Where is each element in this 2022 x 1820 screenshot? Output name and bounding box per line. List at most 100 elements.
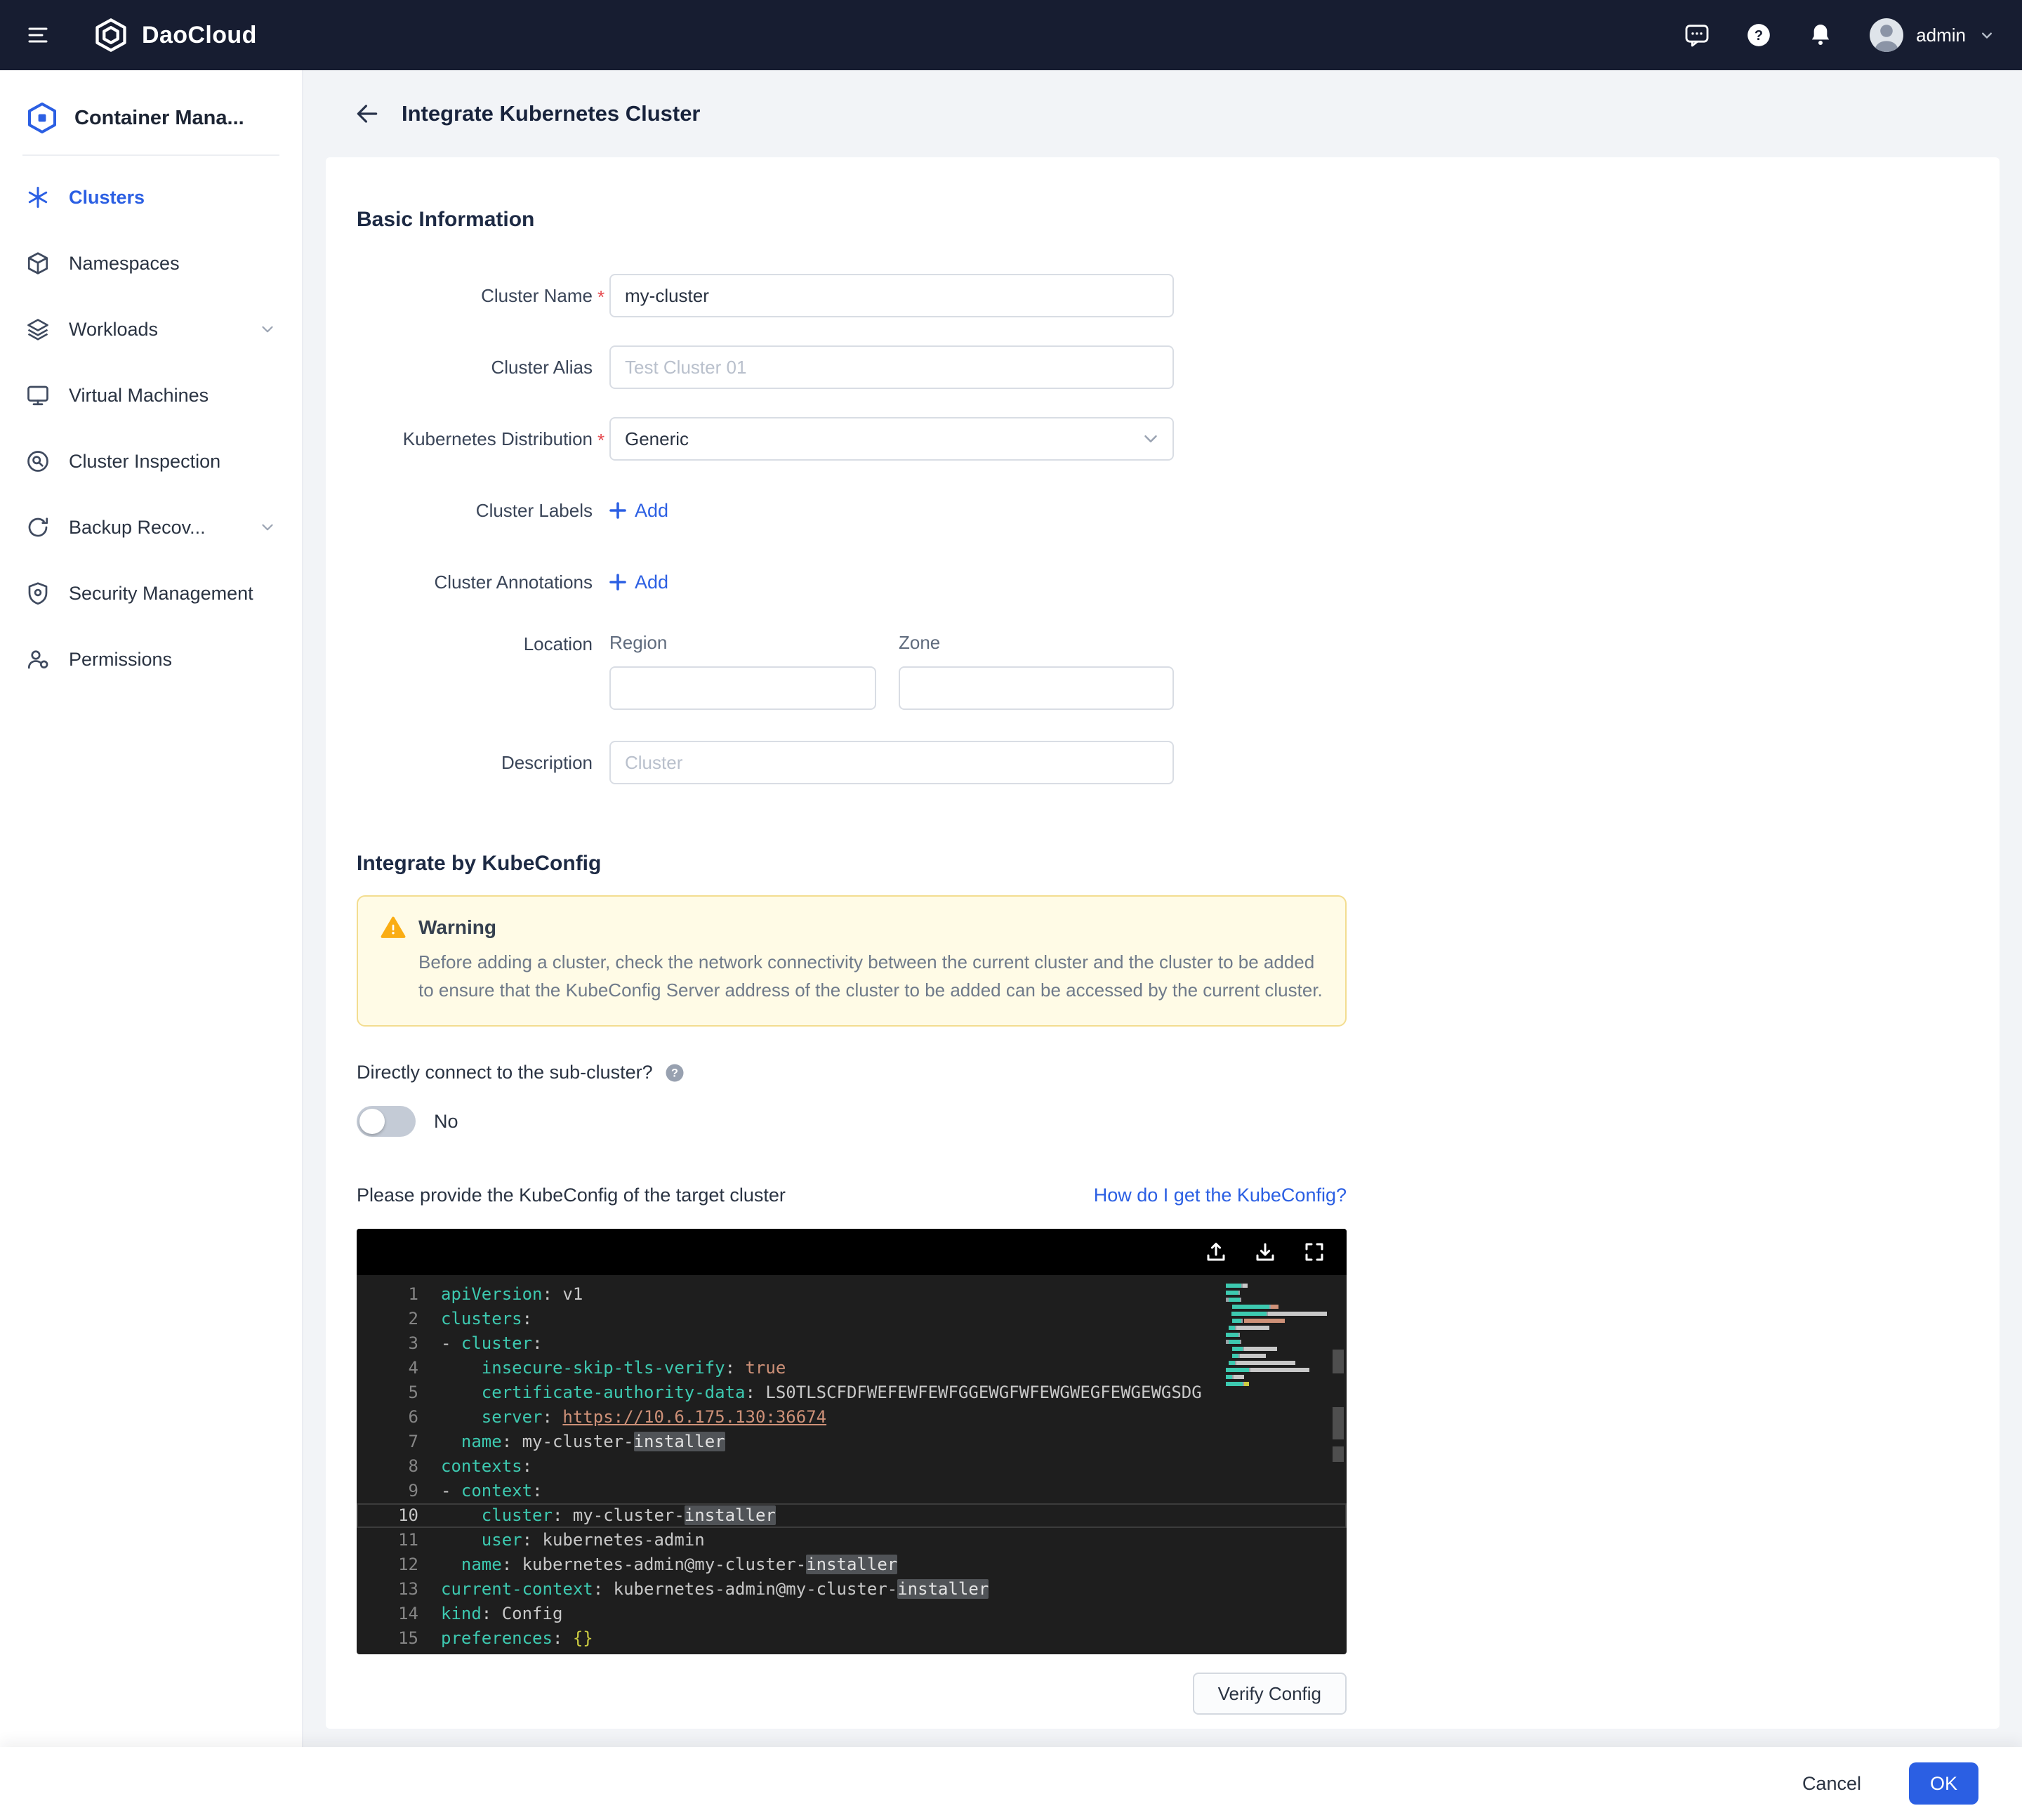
sidebar-item-label: Cluster Inspection	[69, 451, 220, 473]
upload-icon[interactable]	[1205, 1241, 1227, 1263]
add-annotation-button[interactable]: Add	[609, 560, 668, 604]
namespaces-icon	[25, 251, 51, 276]
permissions-icon	[25, 647, 51, 672]
warning-body: Before adding a cluster, check the netwo…	[381, 949, 1323, 1004]
code-lines: 1apiVersion: v12clusters:3- cluster:4 in…	[357, 1282, 1347, 1651]
sidebar-item-label: Clusters	[69, 187, 145, 209]
cluster-inspection-icon	[25, 449, 51, 474]
sidebar-item-virtual-machines[interactable]: Virtual Machines	[0, 362, 302, 428]
direct-connect-toggle[interactable]	[357, 1106, 416, 1137]
warning-icon	[381, 915, 406, 940]
region-label: Region	[609, 632, 876, 654]
zone-input[interactable]	[899, 666, 1174, 710]
sidebar-item-label: Permissions	[69, 649, 172, 671]
cluster-annotations-label: Cluster Annotations	[357, 570, 593, 594]
cluster-alias-label: Cluster Alias	[357, 355, 593, 379]
basic-information-heading: Basic Information	[357, 208, 1966, 232]
cluster-name-input[interactable]	[609, 274, 1174, 317]
page-title: Integrate Kubernetes Cluster	[402, 101, 701, 126]
sidebar-item-clusters[interactable]: Clusters	[0, 164, 302, 230]
editor-body[interactable]: 1apiVersion: v12clusters:3- cluster:4 in…	[357, 1275, 1347, 1654]
back-arrow-icon[interactable]	[354, 100, 381, 127]
form-card: Basic Information Cluster Name * Cluster…	[326, 157, 2000, 1729]
footer-action-bar: Cancel OK	[0, 1747, 2022, 1820]
daocloud-logo-icon	[93, 17, 129, 53]
kubeconfig-help-link[interactable]: How do I get the KubeConfig?	[1094, 1185, 1347, 1206]
cluster-name-label: Cluster Name	[357, 284, 593, 308]
cancel-button[interactable]: Cancel	[1794, 1772, 1870, 1796]
sidebar-item-label: Namespaces	[69, 253, 180, 275]
help-icon[interactable]: ?	[1745, 21, 1773, 49]
plus-icon	[609, 574, 626, 591]
message-icon[interactable]	[1683, 21, 1711, 49]
editor-scrollbar[interactable]	[1330, 1275, 1347, 1654]
sidebar-product-title[interactable]: Container Mana...	[0, 93, 302, 154]
cluster-alias-input[interactable]	[609, 345, 1174, 389]
direct-connect-label: Directly connect to the sub-cluster?	[357, 1062, 653, 1083]
required-marker: *	[593, 282, 609, 309]
menu-toggle-icon[interactable]	[25, 22, 51, 48]
code-line: 9- context:	[357, 1479, 1347, 1503]
direct-connect-toggle-row: No	[357, 1106, 1966, 1137]
scrollbar-decoration	[1333, 1407, 1344, 1439]
top-bar: DaoCloud ? admin	[0, 0, 2022, 70]
scrollbar-decoration	[1333, 1446, 1344, 1462]
cluster-annotations-row: Cluster Annotations Add	[357, 560, 1966, 604]
chevron-down-icon	[1977, 25, 1997, 45]
brand[interactable]: DaoCloud	[93, 17, 257, 53]
description-input[interactable]	[609, 741, 1174, 784]
backup-recovery-icon	[25, 515, 51, 540]
editor-minimap[interactable]	[1226, 1284, 1327, 1389]
sidebar-item-cluster-inspection[interactable]: Cluster Inspection	[0, 428, 302, 494]
user-name: admin	[1916, 25, 1966, 46]
kubernetes-distribution-label: Kubernetes Distribution	[357, 427, 593, 451]
kubeconfig-heading: Integrate by KubeConfig	[357, 852, 1966, 876]
description-label: Description	[357, 751, 593, 774]
sidebar-item-namespaces[interactable]: Namespaces	[0, 230, 302, 296]
sidebar-item-label: Security Management	[69, 583, 253, 605]
add-label-button[interactable]: Add	[609, 489, 668, 532]
warning-title: Warning	[418, 916, 496, 939]
main-content: Integrate Kubernetes Cluster Basic Infor…	[303, 70, 2022, 1747]
sidebar-item-workloads[interactable]: Workloads	[0, 296, 302, 362]
region-input[interactable]	[609, 666, 876, 710]
zone-label: Zone	[899, 632, 1174, 654]
sidebar-item-label: Workloads	[69, 319, 158, 341]
user-menu[interactable]: admin	[1868, 17, 1997, 53]
sidebar-item-backup-recovery[interactable]: Backup Recov...	[0, 494, 302, 560]
chevron-down-icon	[1140, 428, 1161, 449]
chevron-down-icon	[258, 320, 277, 338]
code-line: 11 user: kubernetes-admin	[357, 1528, 1347, 1552]
code-line: 1apiVersion: v1	[357, 1282, 1347, 1307]
app-window: DaoCloud ? admin	[0, 0, 2022, 1820]
sidebar-item-label: Virtual Machines	[69, 385, 209, 407]
page-header: Integrate Kubernetes Cluster	[326, 70, 2000, 157]
svg-text:?: ?	[671, 1067, 678, 1079]
distribution-select[interactable]: Generic	[609, 417, 1174, 461]
toggle-knob	[359, 1109, 385, 1134]
code-line: 3- cluster:	[357, 1331, 1347, 1356]
code-line: 2clusters:	[357, 1307, 1347, 1331]
verify-row: Verify Config	[357, 1673, 1347, 1715]
fullscreen-icon[interactable]	[1303, 1241, 1326, 1263]
sidebar-item-permissions[interactable]: Permissions	[0, 626, 302, 692]
code-line: 10 cluster: my-cluster-installer	[357, 1503, 1347, 1528]
kubernetes-distribution-row: Kubernetes Distribution * Generic	[357, 417, 1966, 461]
notifications-bell-icon[interactable]	[1806, 21, 1835, 49]
code-line: 4 insecure-skip-tls-verify: true	[357, 1356, 1347, 1380]
kubeconfig-provide-label: Please provide the KubeConfig of the tar…	[357, 1185, 786, 1206]
verify-config-button[interactable]: Verify Config	[1193, 1673, 1347, 1715]
tooltip-help-icon[interactable]: ?	[664, 1062, 685, 1083]
download-icon[interactable]	[1254, 1241, 1276, 1263]
sidebar-item-security-management[interactable]: Security Management	[0, 560, 302, 626]
location-row: Location Region Zone	[357, 632, 1966, 710]
ok-button[interactable]: OK	[1909, 1762, 1978, 1805]
location-label: Location	[357, 632, 593, 656]
workloads-icon	[25, 317, 51, 342]
sidebar: Container Mana... Clusters Namespaces Wo…	[0, 70, 303, 1747]
cluster-name-row: Cluster Name *	[357, 274, 1966, 317]
brand-name: DaoCloud	[142, 22, 257, 49]
cluster-alias-row: Cluster Alias	[357, 345, 1966, 389]
code-line: 15preferences: {}	[357, 1626, 1347, 1651]
warning-banner: Warning Before adding a cluster, check t…	[357, 895, 1347, 1027]
